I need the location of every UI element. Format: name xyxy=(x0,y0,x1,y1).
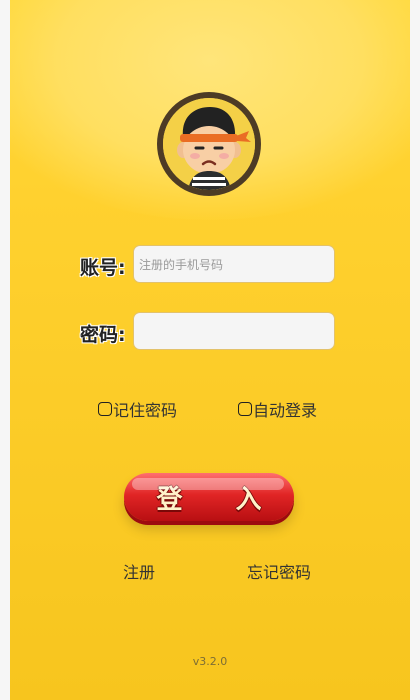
button-shine xyxy=(132,478,284,490)
remember-password-checkbox[interactable]: 记住密码 xyxy=(98,397,177,421)
account-label: 账号: xyxy=(80,257,126,279)
auto-login-label: 自动登录 xyxy=(253,401,318,420)
login-screen: 账号: 注册的手机号码 密码: 记住密码 自动登录 登 入 注册 忘记密码 v3… xyxy=(10,0,410,700)
auto-login-checkbox[interactable]: 自动登录 xyxy=(238,397,317,421)
account-input[interactable]: 注册的手机号码 xyxy=(133,245,335,283)
avatar xyxy=(157,92,261,196)
forgot-password-link[interactable]: 忘记密码 xyxy=(247,559,311,583)
checkbox-icon xyxy=(98,402,112,416)
register-link[interactable]: 注册 xyxy=(123,559,155,583)
cartoon-boy-svg xyxy=(163,98,255,190)
cartoon-boy-avatar-icon xyxy=(163,98,255,190)
login-button[interactable]: 登 入 xyxy=(124,473,294,521)
password-input[interactable] xyxy=(133,312,335,350)
checkbox-icon xyxy=(238,402,252,416)
password-label: 密码: xyxy=(80,324,126,346)
version-text: v3.2.0 xyxy=(192,655,228,668)
remember-password-label: 记住密码 xyxy=(113,401,178,420)
